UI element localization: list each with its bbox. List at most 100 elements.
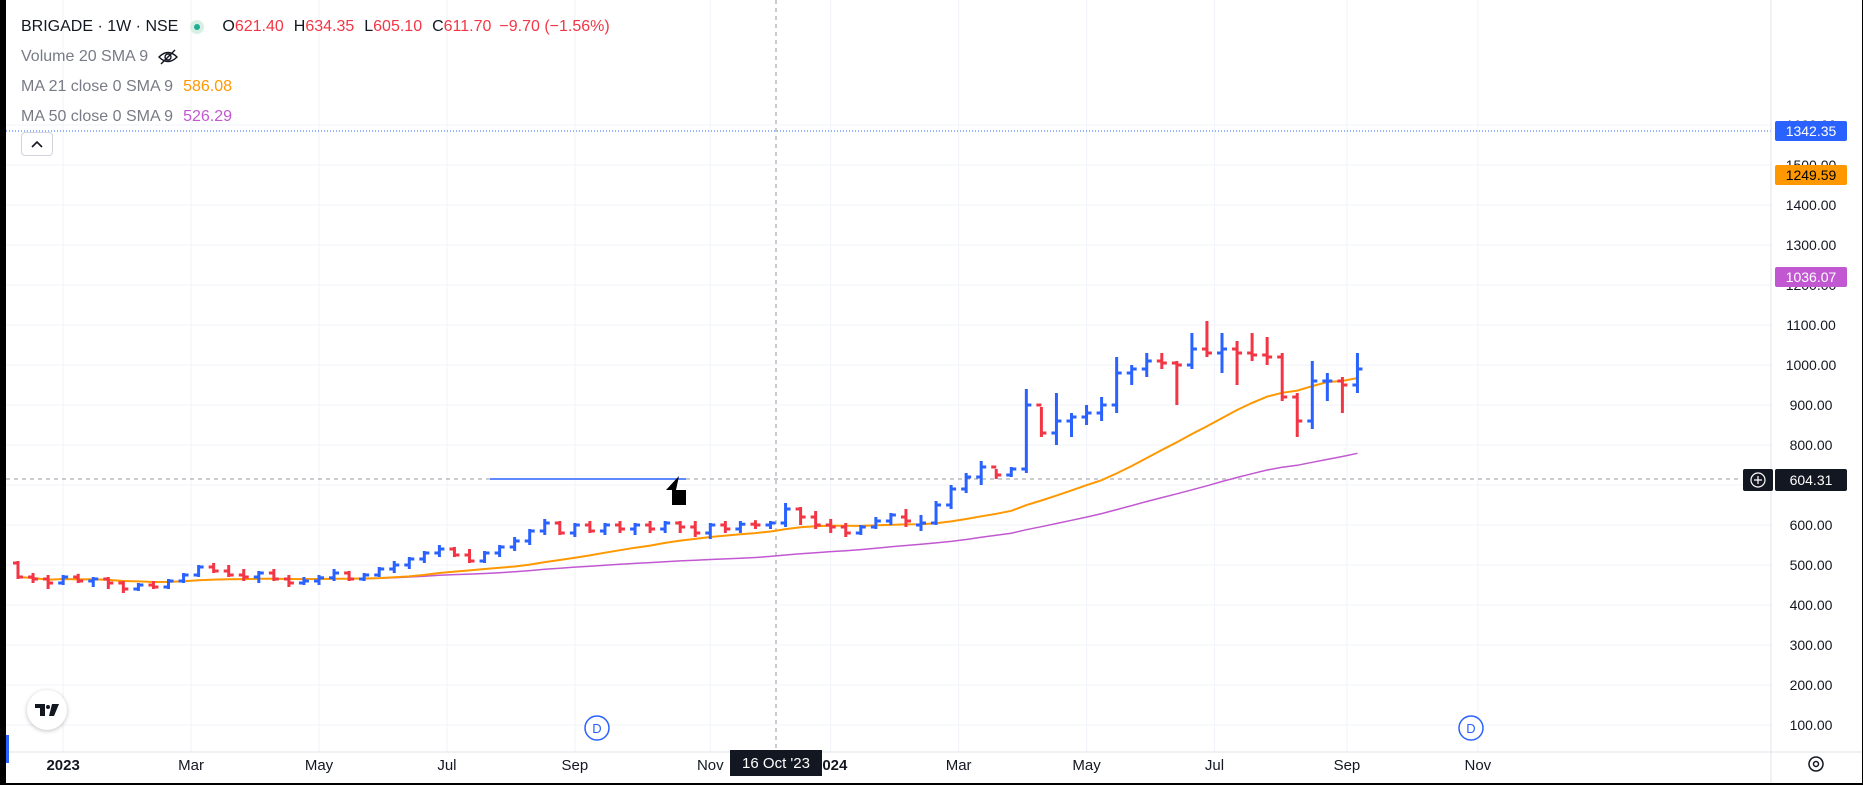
ohlc-bar [359,573,370,581]
ohlc-bar [509,537,520,551]
price-tick-label: 100.00 [1790,717,1833,733]
svg-text:1036.07: 1036.07 [1786,269,1837,285]
ohlc-bar [991,465,1002,479]
ohlc-bar [916,515,926,531]
ohlc-bar [118,581,129,593]
collapse-legend-button[interactable] [21,132,53,156]
ohlc-bar [1006,467,1017,477]
ohlc-bar [1201,321,1212,357]
time-tick-label: Nov [1465,757,1492,774]
ohlc-bar [1021,389,1032,473]
eye-crossed-icon[interactable] [158,49,179,65]
ma50-value: 526.29 [183,108,233,125]
price-axis[interactable]: 100.00200.00300.00400.00500.00600.00700.… [1786,117,1837,733]
volume-indicator-label[interactable]: Volume 20 SMA 9 [21,49,148,65]
ohlc-bar [1171,361,1182,405]
ohlc-bar [690,521,701,537]
ohlc-bar [13,561,23,579]
symbol-title[interactable]: BRIGADE · 1W · NSE [21,19,178,35]
ohlc-bar [1217,333,1227,373]
ohlc-bar [780,503,791,527]
ma21-line [17,377,1358,584]
ohlc-bar [1247,333,1258,361]
ohlc-bar [675,521,686,533]
ohlc-bar [825,519,836,533]
dividend-marker[interactable]: D [584,715,610,741]
crosshair-date-label: 16 Oct '23 [730,750,822,776]
price-tick-label: 600.00 [1790,517,1833,533]
legend-ma50-row[interactable]: MA 50 close 0 SMA 9 526.29 [21,102,610,132]
ohlc-bar [524,529,535,545]
price-tick-label: 500.00 [1790,557,1833,573]
change-value: −9.70 (−1.56%) [499,18,610,35]
ohlc-bar [750,520,761,529]
crosshair-date-text: 16 Oct '23 [742,755,810,772]
crosshair-price-text: 604.31 [1790,472,1833,488]
ohlc-bar [720,521,731,533]
ma21-series [17,377,1358,584]
ohlc-bar [479,551,490,563]
ohlc-bar [283,575,294,587]
up-arrow-icon [666,476,686,505]
close-value: 611.70 [443,18,492,35]
ohlc-bars [13,321,1363,593]
price-label-ma50: 1036.07 [1775,267,1847,287]
time-tick-label: May [305,757,334,774]
open-label: O [222,18,235,35]
time-tick-label: Jul [1205,757,1224,774]
ma21-label[interactable]: MA 21 close 0 SMA 9 [21,79,173,95]
ohlc-bar [404,557,415,569]
ohlc-bar [1307,361,1318,429]
price-tick-label: 1300.00 [1786,237,1837,253]
open-value: 621.40 [234,18,284,35]
ohlc-bar [976,461,987,485]
ohlc-bar [554,521,565,535]
time-tick-label: 2023 [46,757,79,774]
ohlc-bar [660,521,671,533]
svg-text:D: D [592,721,601,736]
ohlc-bar [43,575,54,589]
ohlc-bar [870,517,881,529]
ohlc-bar [931,501,942,525]
ohlc-bar [1262,337,1273,365]
time-tick-label: May [1072,757,1101,774]
ohlc-bar [615,521,625,533]
ohlc-bar [449,547,460,557]
ohlc-bar [1232,341,1243,385]
ma50-label[interactable]: MA 50 close 0 SMA 9 [21,109,173,125]
price-label-last: 1342.35 [1775,121,1847,141]
ohlc-bar [223,565,234,577]
ohlc-bar [1081,405,1092,425]
low-value: 605.10 [373,18,423,35]
ohlc-bar [103,577,114,589]
legend-ma21-row[interactable]: MA 21 close 0 SMA 9 586.08 [21,72,610,102]
ma50-series [17,452,1358,583]
ohlc-bar [494,545,505,557]
chart-frame: D D 100.00 200.00 300.00 400.00 500.00 600.00… [6,0,1862,783]
high-label: H [293,18,306,35]
dividend-marker[interactable]: D [1458,715,1484,741]
legend-volume-row[interactable]: Volume 20 SMA 9 [21,42,610,72]
ohlc-bar [374,567,385,577]
chevron-up-icon [31,140,43,148]
ohlc-bar [389,561,400,573]
left-edge-marker [6,735,9,763]
gear-icon[interactable] [1808,756,1824,772]
ma21-value: 586.08 [183,78,233,95]
ohlc-bar [314,575,324,585]
price-tick-label: 1100.00 [1786,317,1836,333]
ohlc-bar [1292,393,1303,437]
market-status-icon[interactable] [190,20,205,34]
ohlc-bar [1051,393,1062,445]
legend-main-row[interactable]: BRIGADE · 1W · NSE O 621.40 H 634.35 L 605.… [21,12,610,42]
ohlc-bar [1036,403,1047,437]
ohlc-bar [1322,373,1333,401]
tradingview-logo-icon[interactable] [27,690,67,730]
price-tick-label: 1400.00 [1786,197,1837,213]
ohlc-bar [1126,365,1137,385]
ohlc-bar [1352,353,1363,393]
low-label: L [364,18,374,35]
ohlc-bar [1156,353,1167,369]
price-tick-label: 300.00 [1790,637,1833,653]
ohlc-bar [464,549,475,563]
